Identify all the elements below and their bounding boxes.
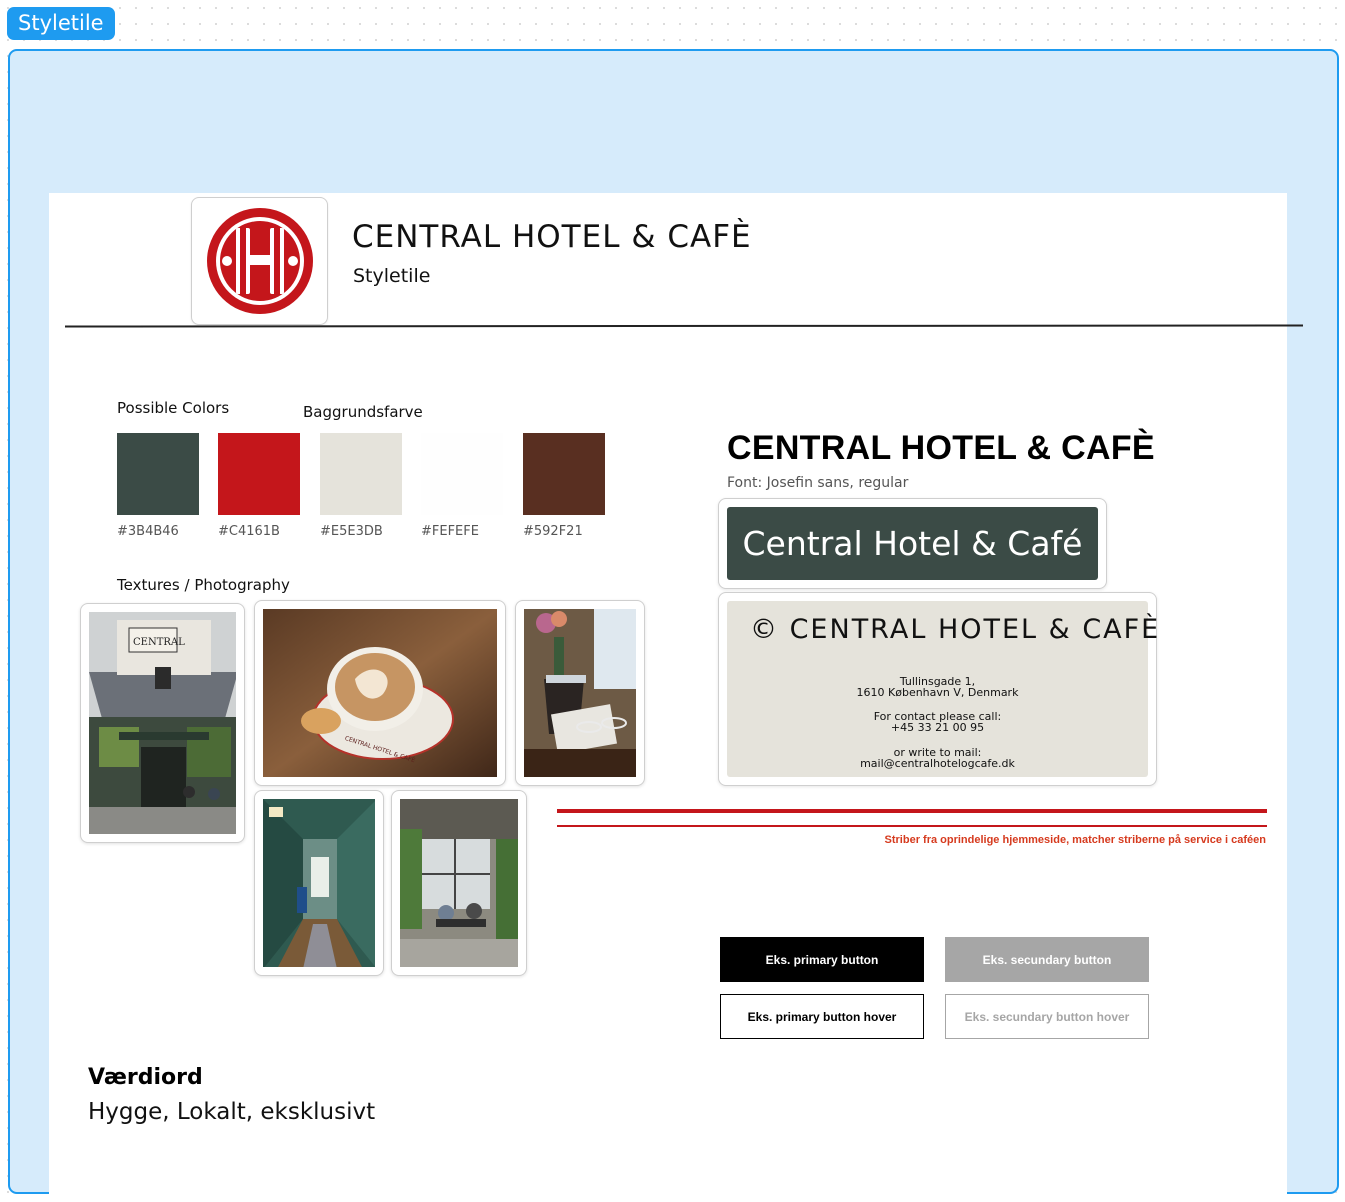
color-swatch: [421, 433, 503, 515]
color-swatch: [218, 433, 300, 515]
sample-brand-button[interactable]: Central Hotel & Café: [727, 507, 1098, 580]
font-note: Font: Josefin sans, regular: [727, 475, 909, 491]
header-divider: [64, 324, 1304, 328]
possible-colors-heading: Possible Colors: [117, 399, 230, 417]
business-card-frame: © CENTRAL HOTEL & CAFÈ Tullinsgade 1, 16…: [718, 592, 1158, 786]
frame-label[interactable]: Styletile: [7, 7, 115, 40]
photo-card: [254, 790, 384, 976]
phone-line: +45 33 21 00 95: [890, 721, 985, 734]
hotel-h-logo-icon: [206, 208, 313, 314]
photo-card: CENTRAL: [80, 603, 245, 843]
color-hex-label: #E5E3DB: [320, 524, 383, 539]
styletile-frame: CENTRAL HOTEL & CAFÈ Styletile Possible …: [8, 49, 1339, 1202]
hotel-facade-photo: CENTRAL: [89, 612, 236, 834]
color-hex-label: #C4161B: [218, 524, 280, 539]
values-title: Værdiord: [88, 1065, 203, 1090]
color-hex-label: #592F21: [523, 524, 583, 539]
secondary-button-hover[interactable]: Eks. secundary button hover: [945, 994, 1149, 1039]
champagne-bucket-photo: [524, 609, 636, 777]
photo-card: [515, 600, 645, 786]
photo-card: [391, 790, 527, 976]
business-card: © CENTRAL HOTEL & CAFÈ Tullinsgade 1, 16…: [727, 601, 1158, 777]
secondary-button[interactable]: Eks. secundary button: [945, 937, 1149, 982]
address-line: 1610 København V, Denmark: [856, 686, 1019, 699]
sample-button-card: Central Hotel & Café: [718, 498, 1107, 589]
background-color-heading: Baggrundsfarve: [303, 403, 423, 421]
primary-button-hover[interactable]: Eks. primary button hover: [720, 994, 924, 1039]
red-stripe-thin: [557, 825, 1267, 827]
brand-subtitle: Styletile: [353, 265, 431, 287]
facade-sign-text: CENTRAL: [133, 637, 185, 648]
brand-title: CENTRAL HOTEL & CAFÈ: [352, 219, 752, 255]
red-stripe-thick: [557, 809, 1267, 813]
cafe-terrace-photo: [400, 799, 518, 967]
textures-heading: Textures / Photography: [117, 576, 290, 594]
styletile-canvas: CENTRAL HOTEL & CAFÈ Styletile Possible …: [49, 193, 1304, 1202]
email-line: mail@centralhotelogcafe.dk: [860, 757, 1015, 770]
color-hex-label: #FEFEFE: [421, 524, 479, 539]
typography-title: CENTRAL HOTEL & CAFÈ: [727, 429, 1155, 467]
color-swatch: [523, 433, 605, 515]
stripe-note: Striber fra oprindelige hjemmeside, matc…: [884, 834, 1266, 846]
color-swatch: [117, 433, 199, 515]
color-hex-label: #3B4B46: [117, 524, 179, 539]
hallway-photo: [263, 799, 375, 967]
photo-card: CENTRAL HOTEL & CAFÉ: [254, 600, 506, 786]
cappuccino-photo: CENTRAL HOTEL & CAFÉ: [263, 609, 497, 777]
color-swatch: [320, 433, 402, 515]
business-card-title: © CENTRAL HOTEL & CAFÈ: [750, 614, 1161, 645]
values-text: Hygge, Lokalt, eksklusivt: [88, 1099, 376, 1125]
logo-card: [191, 197, 328, 325]
primary-button[interactable]: Eks. primary button: [720, 937, 924, 982]
